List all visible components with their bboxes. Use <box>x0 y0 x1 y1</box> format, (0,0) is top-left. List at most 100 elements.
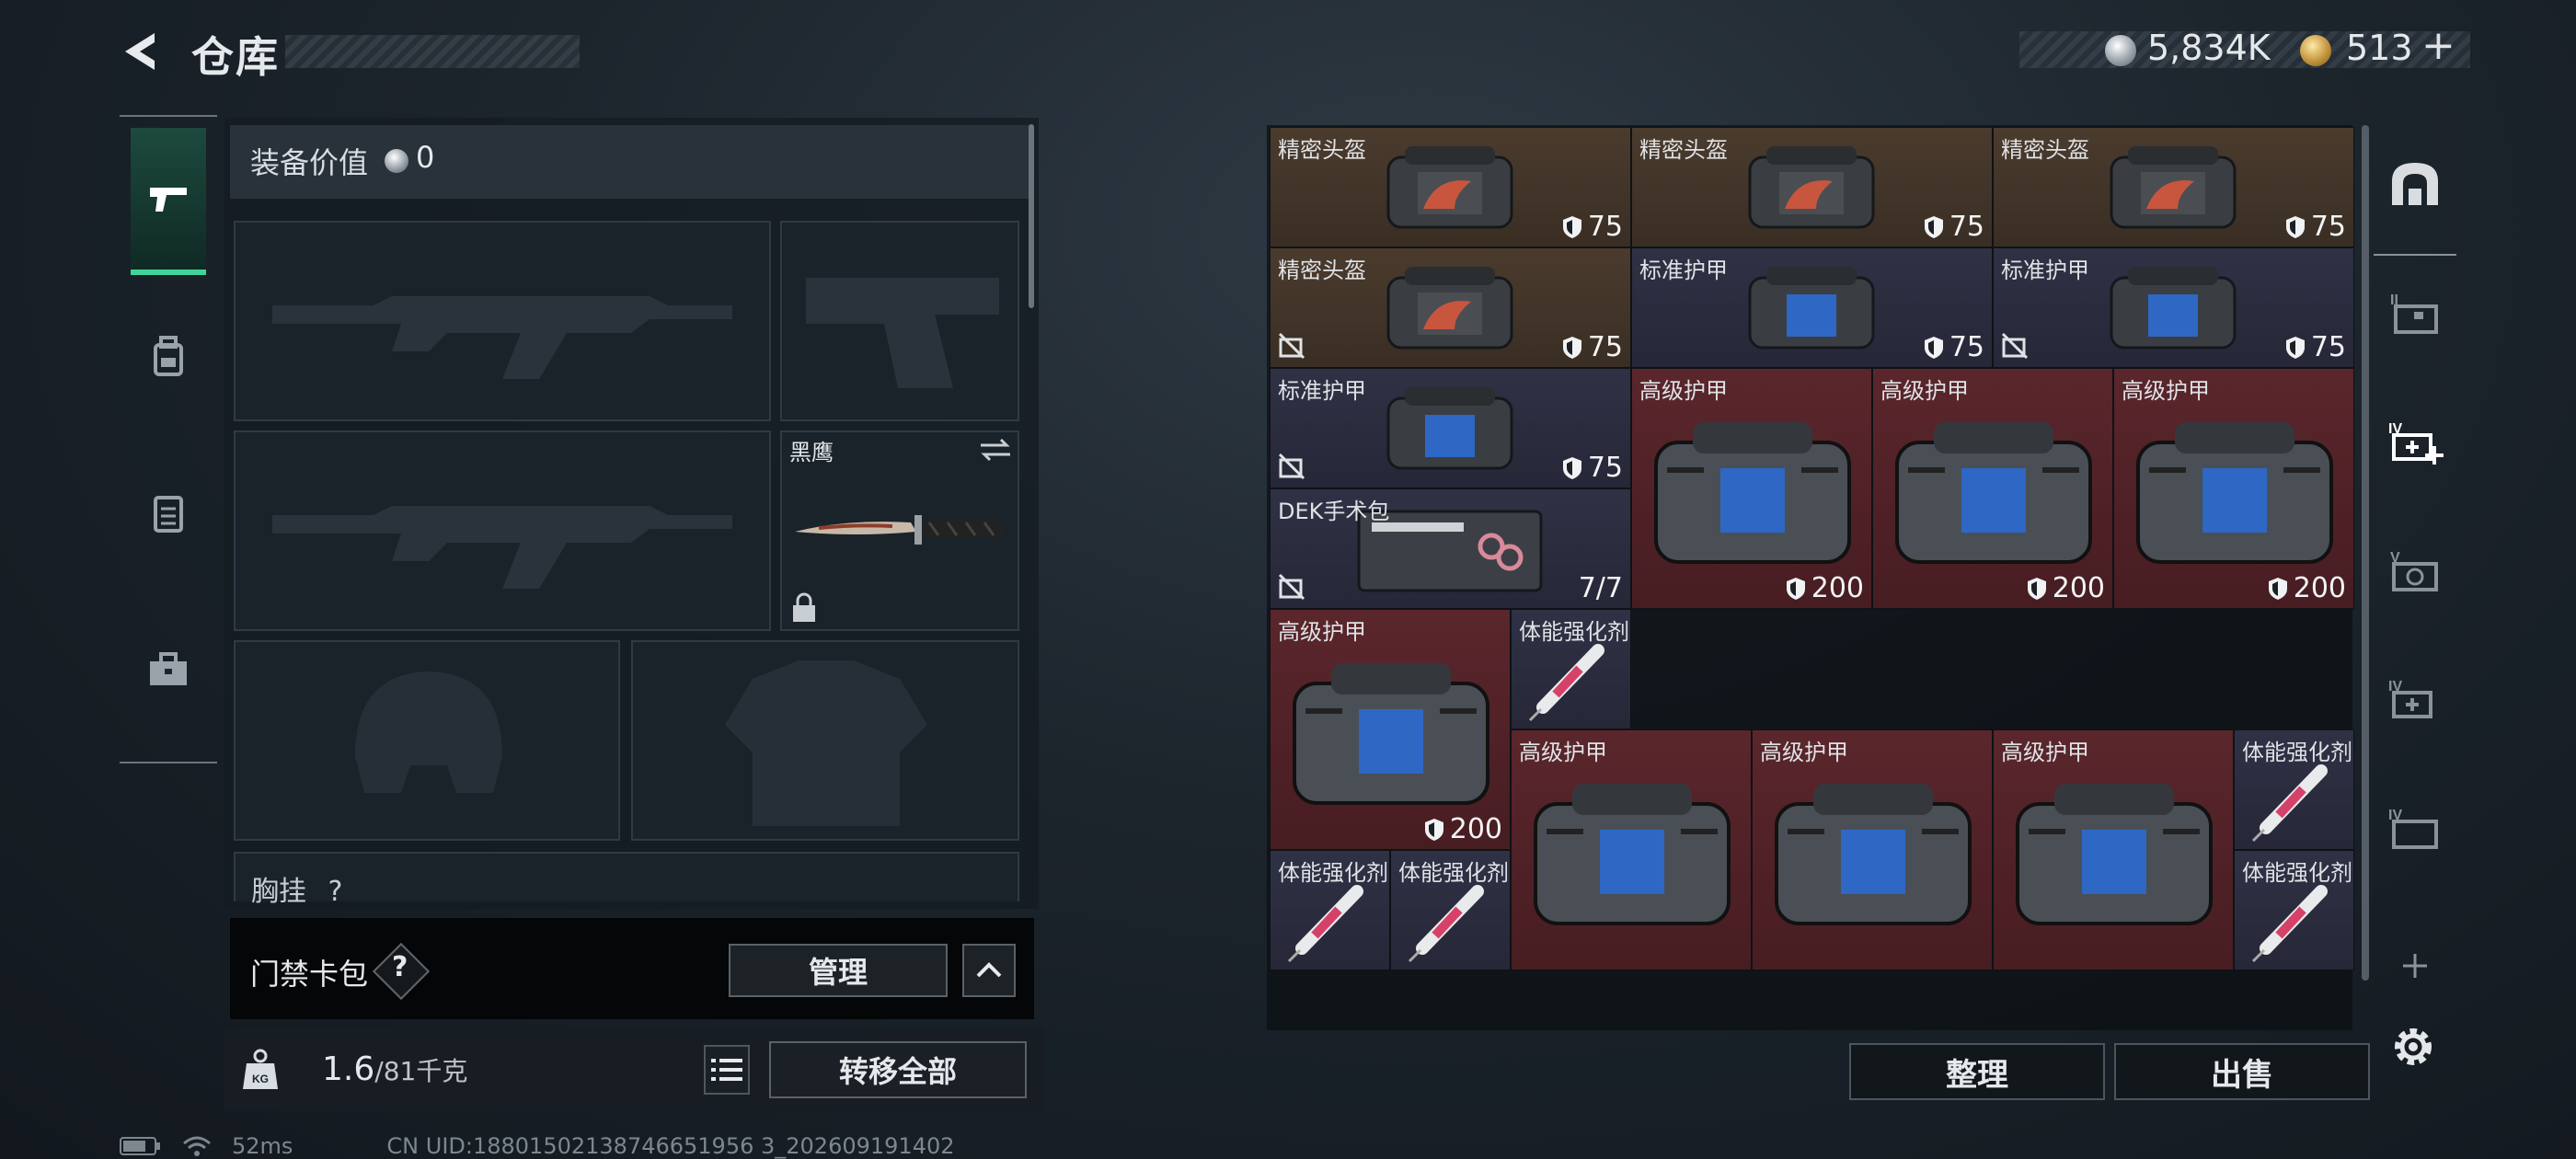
storage-box-icon: II <box>2390 293 2438 334</box>
inventory-item[interactable]: 体能强化剂 <box>1270 850 1390 970</box>
inventory-item[interactable]: 高级护甲 200 <box>1631 368 1872 609</box>
melee-slot[interactable]: 黑鹰 <box>780 430 1019 631</box>
tab-storage-7[interactable]: IV <box>2374 777 2456 878</box>
back-arrow-icon[interactable] <box>118 28 166 75</box>
item-name: DEK手术包 <box>1278 499 1390 524</box>
item-value-text: 75 <box>1587 331 1623 363</box>
toolbox-icon <box>150 652 187 685</box>
inventory-item[interactable]: 标准护甲 75 <box>1993 247 2354 368</box>
item-value: 75 <box>2285 211 2346 243</box>
inventory-item[interactable]: 高级护甲 <box>1511 729 1752 970</box>
loadout-scrollbar[interactable] <box>1029 124 1034 308</box>
item-name: 高级护甲 <box>1278 619 1366 645</box>
tab-weapons[interactable] <box>131 128 206 275</box>
tab-storage-medical[interactable]: IV <box>2374 391 2456 492</box>
inventory-scrollbar[interactable] <box>2362 125 2369 981</box>
list-view-button[interactable] <box>704 1045 750 1095</box>
shield-icon <box>1562 336 1581 359</box>
item-value: 200 <box>2027 572 2105 604</box>
clipboard-icon <box>154 496 183 533</box>
heavy-armor-bag-icon <box>2136 422 2333 564</box>
inventory-item[interactable]: 精密头盔 75 <box>1993 127 2354 247</box>
helmet-bag-icon <box>1386 267 1513 350</box>
equipment-value-label: 装备价值 <box>250 145 369 180</box>
inventory-item[interactable]: 高级护甲 <box>1993 729 2234 970</box>
heavy-armor-bag-icon <box>1293 663 1489 805</box>
chest-rig-slot[interactable] <box>234 852 1019 901</box>
gold-coin-icon <box>2300 35 2331 66</box>
add-storage-tab[interactable] <box>2374 915 2456 1016</box>
inventory-item[interactable]: 体能强化剂 <box>1390 850 1511 970</box>
tab-divider <box>2374 254 2456 256</box>
inventory-item[interactable]: 标准护甲 75 <box>1270 368 1631 488</box>
item-name: 标准护甲 <box>1639 258 1728 283</box>
item-name: 体能强化剂 <box>1519 619 1629 645</box>
secondary-weapon-slot[interactable] <box>780 221 1019 421</box>
inventory-item[interactable]: 高级护甲 200 <box>1872 368 2113 609</box>
inventory-item[interactable]: 标准护甲 75 <box>1631 247 1993 368</box>
inventory-item[interactable]: 体能强化剂 <box>2234 729 2354 850</box>
item-value: 75 <box>1562 211 1623 243</box>
tab-storage-6[interactable]: IV <box>2374 648 2456 750</box>
inventory-item[interactable]: 精密头盔 75 <box>1270 127 1631 247</box>
armor-slot[interactable] <box>631 640 1019 841</box>
tab-backpack[interactable] <box>131 282 206 430</box>
shield-icon <box>2027 577 2046 600</box>
medical-storage-icon: IV <box>2388 421 2444 465</box>
tab-chest-rig[interactable] <box>131 439 206 586</box>
expand-button[interactable] <box>962 944 1016 997</box>
armor-bag-icon <box>1386 387 1513 470</box>
heavy-armor-bag-icon <box>2016 784 2213 925</box>
item-value-text: 7/7 <box>1578 572 1623 604</box>
tab-all-storage[interactable] <box>2374 133 2456 235</box>
item-value-text: 75 <box>2310 331 2346 363</box>
tab-storage-5[interactable]: V <box>2374 520 2456 621</box>
syringe-icon <box>1408 885 1484 963</box>
move-all-button[interactable]: 转移全部 <box>769 1041 1027 1098</box>
tab-toolbox[interactable] <box>131 595 206 742</box>
storage-box-icon: IV <box>2388 808 2438 849</box>
item-name: 标准护甲 <box>1278 378 1366 404</box>
weight-kg-icon: KG <box>243 1049 278 1089</box>
primary-weapon-slot-2[interactable] <box>234 430 771 631</box>
inventory-item[interactable]: 精密头盔 75 <box>1631 127 1993 247</box>
no-insure-icon <box>2001 332 2029 360</box>
inventory-item[interactable]: 精密头盔 75 <box>1270 247 1631 368</box>
vest-silhouette-icon <box>725 660 927 826</box>
gear-icon[interactable] <box>2387 1021 2439 1073</box>
inventory-item[interactable]: DEK手术包 7/7 <box>1270 488 1631 609</box>
backpack-icon <box>154 336 183 376</box>
heavy-armor-bag-icon <box>1654 422 1851 564</box>
chest-rig-label: 胸挂 ? <box>251 868 342 909</box>
armor-bag-icon <box>2110 267 2237 350</box>
helmet-slot[interactable] <box>234 640 620 841</box>
add-currency-button[interactable]: + <box>2421 22 2455 69</box>
item-name: 精密头盔 <box>1278 137 1366 163</box>
tab-storage-2[interactable]: II <box>2374 262 2456 363</box>
heavy-armor-bag-icon <box>1895 422 2092 564</box>
shield-icon <box>1924 215 1943 238</box>
item-value: 75 <box>1924 211 1984 243</box>
carry-weight-current: 1.6 <box>322 1050 375 1088</box>
swap-icon[interactable] <box>979 436 1012 464</box>
heavy-armor-bag-icon <box>1534 784 1731 925</box>
item-value: 200 <box>1786 572 1864 604</box>
primary-weapon-slot[interactable] <box>234 221 771 421</box>
inventory-item[interactable]: 体能强化剂 <box>1511 609 1631 729</box>
inventory-item[interactable]: 高级护甲 200 <box>2113 368 2354 609</box>
pistol-silhouette-icon <box>806 278 999 388</box>
item-value: 75 <box>1562 331 1623 363</box>
sort-button[interactable]: 整理 <box>1849 1043 2105 1100</box>
item-name: 标准护甲 <box>2001 258 2089 283</box>
manage-button[interactable]: 管理 <box>729 944 948 997</box>
inventory-item[interactable]: 体能强化剂 <box>2234 850 2354 970</box>
item-name: 高级护甲 <box>1519 740 1607 765</box>
item-value-text: 75 <box>1949 211 1984 243</box>
item-value-text: 75 <box>1949 331 1984 363</box>
syringe-icon <box>1528 644 1604 722</box>
inventory-item[interactable]: 高级护甲 200 <box>1270 609 1511 850</box>
inventory-item[interactable]: 高级护甲 <box>1752 729 1993 970</box>
ping-readout: 52ms <box>232 1133 293 1159</box>
equipment-value-amount: 0 <box>416 140 435 175</box>
sell-button[interactable]: 出售 <box>2114 1043 2370 1100</box>
